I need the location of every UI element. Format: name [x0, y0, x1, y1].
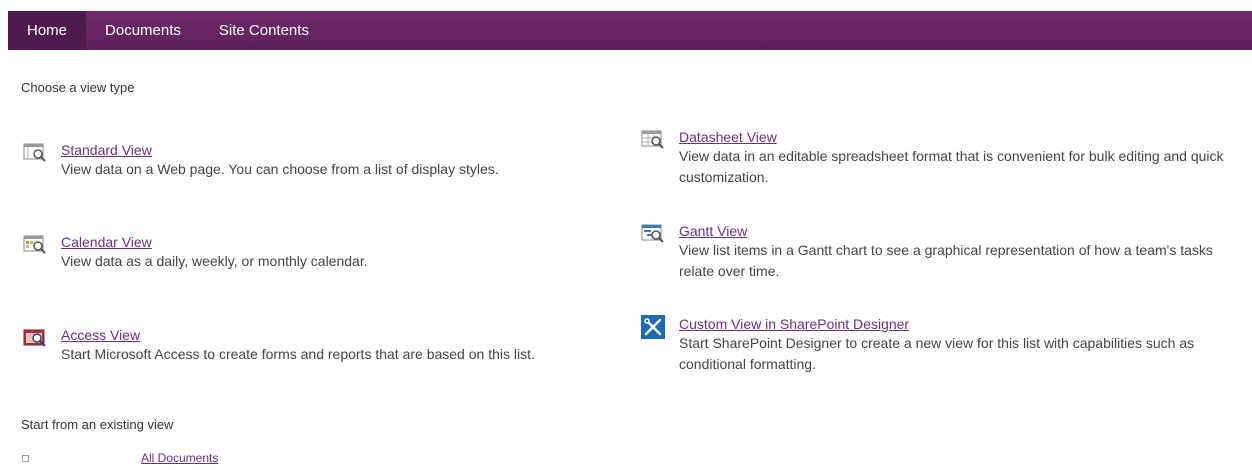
access-view-icon [23, 329, 46, 347]
calendar-view-link[interactable]: Calendar View [61, 233, 368, 251]
standard-view-icon [23, 143, 46, 162]
datasheet-view-option: Datasheet View View data in an editable … [641, 128, 1241, 188]
calendar-view-option: Calendar View View data as a daily, week… [23, 233, 603, 272]
gantt-view-link[interactable]: Gantt View [679, 222, 1241, 240]
calendar-view-icon [23, 235, 46, 254]
top-navigation-bar: Home Documents Site Contents [8, 11, 1252, 50]
access-view-option: Access View Start Microsoft Access to cr… [23, 326, 623, 365]
sharepoint-designer-description: Start SharePoint Designer to create a ne… [679, 335, 1195, 372]
datasheet-view-icon [641, 130, 664, 149]
datasheet-view-description: View data in an editable spreadsheet for… [679, 148, 1224, 185]
sharepoint-designer-icon [641, 315, 665, 339]
access-view-link[interactable]: Access View [61, 326, 535, 344]
existing-view-label: Start from an existing view [21, 417, 174, 432]
gantt-view-icon [641, 224, 664, 243]
standard-view-description: View data on a Web page. You can choose … [61, 161, 499, 177]
tab-site-contents[interactable]: Site Contents [200, 11, 328, 50]
tab-documents[interactable]: Documents [86, 11, 200, 50]
gantt-view-option: Gantt View View list items in a Gantt ch… [641, 222, 1241, 282]
datasheet-view-link[interactable]: Datasheet View [679, 128, 1241, 146]
standard-view-link[interactable]: Standard View [61, 141, 499, 159]
page: Home Documents Site Contents Choose a vi… [0, 0, 1252, 470]
calendar-view-description: View data as a daily, weekly, or monthly… [61, 253, 368, 269]
choose-view-type-label: Choose a view type [21, 80, 135, 95]
bullet-icon [22, 454, 29, 462]
existing-view-all-documents-link[interactable]: All Documents [141, 451, 218, 465]
standard-view-option: Standard View View data on a Web page. Y… [23, 141, 603, 180]
gantt-view-description: View list items in a Gantt chart to see … [679, 242, 1213, 279]
list-item: All Documents [22, 451, 218, 465]
sharepoint-designer-view-option: Custom View in SharePoint Designer Start… [641, 315, 1251, 375]
tab-home[interactable]: Home [8, 11, 87, 50]
access-view-description: Start Microsoft Access to create forms a… [61, 346, 535, 362]
sharepoint-designer-link[interactable]: Custom View in SharePoint Designer [679, 315, 1251, 333]
